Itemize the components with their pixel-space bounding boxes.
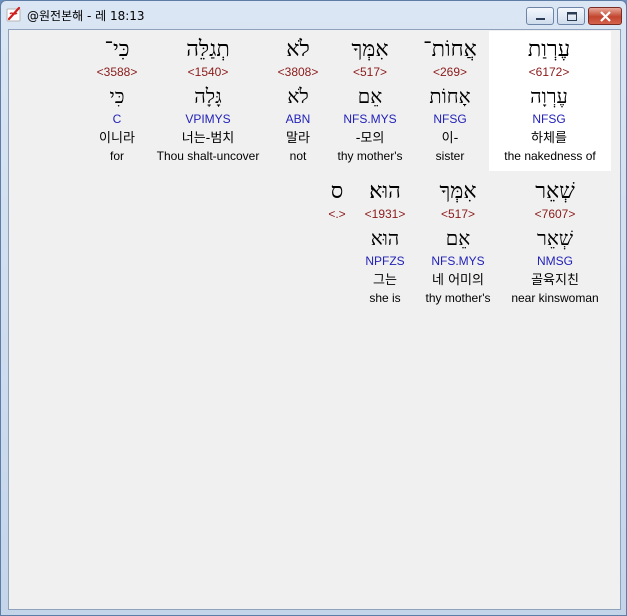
morphology-code: NFS.MYS [431, 254, 485, 268]
english-gloss: near kinswoman [511, 291, 599, 305]
morphology-code: NPFZS [365, 254, 405, 268]
morphology-code: NMSG [537, 254, 573, 268]
korean-gloss: 하체를 [531, 131, 567, 146]
hebrew-word: כִּי־ [104, 37, 130, 62]
strong-number[interactable]: <517> [413, 208, 503, 220]
korean-gloss: 이니라 [99, 131, 135, 146]
strong-number[interactable]: <.> [322, 208, 352, 220]
hebrew-word: ס [330, 179, 344, 204]
hebrew-word: אִמְּךָ [439, 179, 477, 204]
hebrew-lemma: עֶרְוָה [530, 84, 568, 108]
close-icon [600, 11, 611, 22]
strong-number[interactable]: <517> [325, 66, 415, 78]
app-icon[interactable] [6, 6, 23, 23]
english-gloss: not [289, 149, 307, 163]
hebrew-lemma: לֹא [287, 84, 309, 108]
english-gloss: for [109, 149, 124, 163]
hebrew-lemma: אֵם [357, 84, 383, 108]
strong-number[interactable]: <6172> [499, 66, 599, 78]
english-gloss: sister [435, 149, 465, 163]
hebrew-lemma: הוּא [370, 226, 400, 250]
hebrew-lemma: אֵם [445, 226, 471, 250]
strong-number[interactable]: <3808> [263, 66, 333, 78]
english-gloss: Thou shalt-uncover [156, 149, 260, 163]
maximize-button[interactable] [557, 7, 585, 25]
close-button[interactable] [588, 7, 622, 25]
strong-number[interactable]: <1540> [148, 66, 268, 78]
english-gloss: the nakedness of [504, 149, 596, 163]
hebrew-lemma: גָּלָה [194, 84, 222, 108]
english-gloss: thy mother's [337, 149, 403, 163]
morphology-code: NFS.MYS [343, 112, 397, 126]
strong-number[interactable]: <7607> [505, 208, 605, 220]
korean-gloss: 이- [441, 131, 459, 146]
korean-gloss: 골육지친 [531, 273, 579, 288]
korean-gloss: -모의 [355, 131, 385, 146]
morphology-code: C [112, 112, 122, 126]
korean-gloss: 너는-범치 [181, 131, 235, 146]
interlinear-view[interactable]: עֶרְוַת <6172> עֶרְוָה NFSG 하체를 the nake… [8, 29, 621, 610]
window-title: @원전본해 - 레 18:13 [27, 9, 145, 23]
minimize-icon [536, 18, 545, 20]
strong-number[interactable]: <3588> [82, 66, 152, 78]
app-window: @원전본해 - 레 18:13 עֶרְוַת <6172> עֶרְוָה N… [0, 0, 627, 616]
hebrew-word: אִמְּךָ [351, 37, 389, 62]
hebrew-word: הוּא׃ [369, 179, 401, 204]
english-gloss: thy mother's [425, 291, 491, 305]
strong-number[interactable]: <1931> [350, 208, 420, 220]
hebrew-word: עֶרְוַת [527, 37, 571, 62]
korean-gloss: 그는 [373, 273, 397, 288]
morphology-code: ABN [285, 112, 311, 126]
title-bar[interactable]: @원전본해 - 레 18:13 [1, 1, 626, 29]
hebrew-word: אֲחוֹת־ [423, 37, 477, 62]
korean-gloss: 말라 [286, 131, 310, 146]
hebrew-word: לֹא [286, 37, 310, 62]
maximize-icon [567, 12, 577, 21]
hebrew-word: שְׁאֵר [535, 179, 575, 204]
morphology-code: NFSG [532, 112, 566, 126]
strong-number[interactable]: <269> [410, 66, 490, 78]
minimize-button[interactable] [526, 7, 554, 25]
korean-gloss: 네 어미의 [432, 273, 484, 288]
english-gloss: she is [369, 291, 401, 305]
hebrew-lemma: שְׁאֵר [537, 226, 573, 250]
hebrew-word: תְגַלֵּה [186, 37, 230, 62]
morphology-code: VPIMYS [185, 112, 231, 126]
hebrew-lemma: כִּי [109, 84, 125, 108]
hebrew-lemma: אָחוֹת [429, 84, 471, 108]
morphology-code: NFSG [433, 112, 467, 126]
